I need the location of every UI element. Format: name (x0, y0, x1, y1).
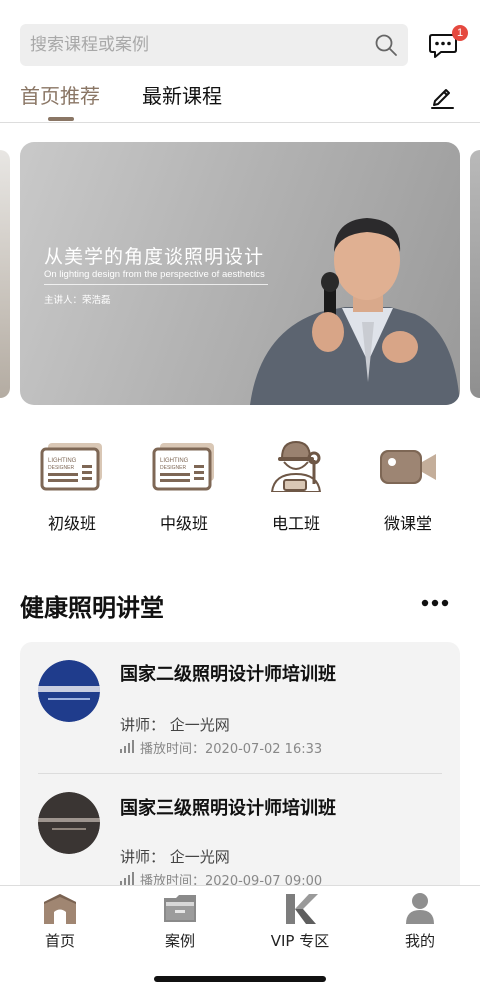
signal-icon (120, 740, 134, 753)
svg-text:LIGHTING: LIGHTING (48, 458, 77, 464)
tab-divider (0, 122, 480, 123)
tabbar-label: VIP 专区 (270, 932, 330, 950)
course-title: 国家三级照明设计师培训班 (120, 798, 336, 819)
category-label: 微课堂 (383, 514, 432, 533)
banner-prev-peek[interactable] (0, 150, 10, 398)
search-input[interactable]: 搜索课程或案例 (30, 24, 149, 66)
banner-subtitle: On lighting design from the perspective … (44, 269, 265, 280)
category-label: 电工班 (271, 514, 320, 533)
tabbar-cases[interactable]: 案例 (140, 892, 220, 952)
electrician-icon (270, 440, 322, 492)
home-indicator (154, 976, 326, 982)
list-item[interactable]: 国家二级照明设计师培训班 讲师： 企一光网 播放时间：2020-07-02 16… (20, 642, 460, 774)
course-list: 国家二级照明设计师培训班 讲师： 企一光网 播放时间：2020-07-02 16… (20, 642, 460, 902)
profile-icon (406, 893, 434, 924)
search-icon[interactable] (374, 33, 398, 57)
category-label: 初级班 (47, 514, 96, 533)
tabbar-vip[interactable]: VIP 专区 (260, 892, 340, 952)
tabbar-home[interactable]: 首页 (20, 892, 100, 952)
signal-icon (120, 872, 134, 885)
svg-text:LIGHTING: LIGHTING (160, 458, 189, 464)
search-bar[interactable]: 搜索课程或案例 (20, 24, 408, 66)
tabbar-profile[interactable]: 我的 (380, 892, 460, 952)
banner-speaker: 主讲人：荣浩磊 (44, 295, 111, 306)
category-electrician[interactable]: 电工班 (246, 440, 346, 540)
category-intermediate[interactable]: LIGHTING DESIGNER 中级班 (134, 440, 234, 540)
banner-slide[interactable]: 从美学的角度谈照明设计 On lighting design from the … (20, 142, 460, 405)
vip-k-icon (286, 894, 318, 924)
banner-divider (44, 284, 268, 285)
more-icon[interactable] (420, 594, 450, 612)
course-title: 国家二级照明设计师培训班 (120, 664, 336, 685)
category-micro-class[interactable]: 微课堂 (358, 440, 458, 540)
tabbar-label: 我的 (404, 932, 435, 950)
speaker-photo (250, 218, 460, 405)
course-playtime: 播放时间：2020-07-02 16:33 (140, 742, 323, 757)
tab-home-recommend[interactable]: 首页推荐 (20, 82, 100, 110)
section-title: 健康照明讲堂 (20, 594, 164, 622)
edit-icon[interactable] (428, 82, 456, 110)
message-badge: 1 (452, 25, 468, 41)
category-beginner[interactable]: LIGHTING DESIGNER 初级班 (22, 440, 122, 540)
home-icon (44, 894, 76, 924)
tab-latest-courses[interactable]: 最新课程 (142, 82, 222, 110)
svg-text:DESIGNER: DESIGNER (160, 465, 187, 471)
banner-title: 从美学的角度谈照明设计 (44, 247, 265, 268)
tabbar-label: 案例 (164, 932, 195, 950)
tabbar-label: 首页 (44, 932, 75, 950)
course-cover (38, 660, 100, 722)
lighting-designer-card-icon: LIGHTING DESIGNER (152, 443, 214, 491)
lighting-designer-card-icon: LIGHTING DESIGNER (40, 443, 102, 491)
svg-text:DESIGNER: DESIGNER (48, 465, 75, 471)
tab-active-indicator (48, 117, 74, 121)
course-cover (38, 792, 100, 854)
course-teacher: 讲师： 企一光网 (120, 716, 230, 734)
banner-next-peek[interactable] (470, 150, 480, 398)
category-label: 中级班 (159, 514, 208, 533)
course-teacher: 讲师： 企一光网 (120, 848, 230, 866)
folder-icon (164, 895, 196, 922)
video-camera-icon (380, 450, 436, 484)
